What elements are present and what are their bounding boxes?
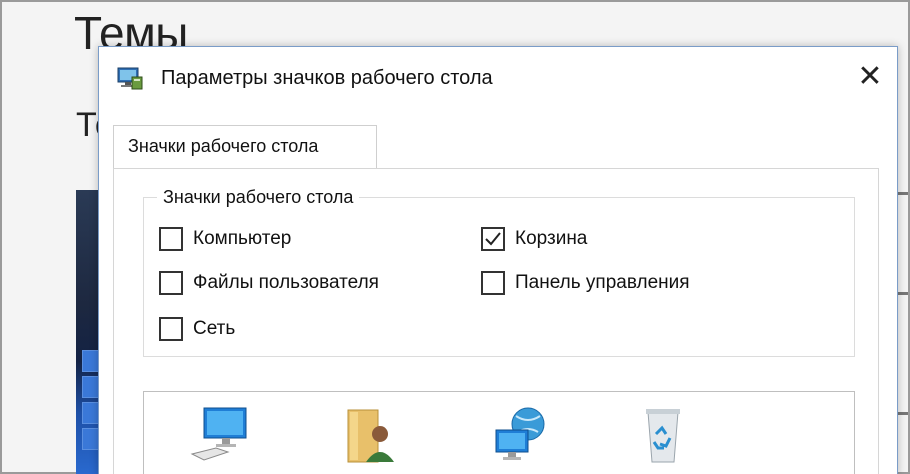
checkbox-box[interactable] — [159, 317, 183, 341]
checkbox-label: Файлы пользователя — [193, 272, 379, 293]
close-icon: ✕ — [857, 59, 883, 93]
recycle-bin-icon[interactable] — [632, 404, 694, 466]
page-right-edge-marks — [898, 42, 910, 474]
user-files-icon[interactable] — [340, 404, 402, 466]
checkbox-box[interactable] — [481, 227, 505, 251]
group-label: Значки рабочего стола — [157, 187, 360, 208]
desktop-settings-icon — [117, 65, 143, 91]
checkbox-label: Корзина — [515, 228, 588, 249]
checkbox-recycle-bin[interactable]: Корзина — [481, 227, 587, 251]
checkbox-user-files[interactable]: Файлы пользователя — [159, 271, 379, 295]
icon-preview-list — [143, 391, 855, 474]
tab-desktop-icons[interactable]: Значки рабочего стола — [113, 125, 377, 169]
dialog-titlebar[interactable]: Параметры значков рабочего стола ✕ — [99, 47, 897, 109]
checkbox-label: Панель управления — [515, 272, 690, 293]
checkmark-icon — [485, 232, 501, 246]
computer-icon[interactable] — [188, 404, 250, 466]
checkbox-box[interactable] — [159, 227, 183, 251]
dialog-title: Параметры значков рабочего стола — [161, 67, 493, 89]
checkbox-computer[interactable]: Компьютер — [159, 227, 291, 251]
checkbox-label: Сеть — [193, 318, 236, 339]
checkbox-label: Компьютер — [193, 228, 292, 249]
close-button[interactable]: ✕ — [847, 53, 893, 99]
checkbox-box[interactable] — [481, 271, 505, 295]
desktop-icon-settings-dialog: Параметры значков рабочего стола ✕ Значк… — [98, 46, 898, 474]
network-icon[interactable] — [488, 404, 550, 466]
checkbox-network[interactable]: Сеть — [159, 317, 235, 341]
checkbox-box[interactable] — [159, 271, 183, 295]
checkbox-control-panel[interactable]: Панель управления — [481, 271, 690, 295]
